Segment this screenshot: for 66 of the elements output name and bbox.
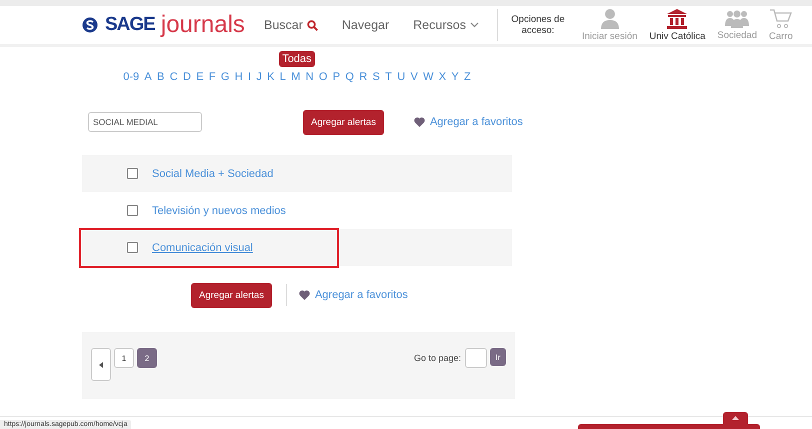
expand-tab-button[interactable] [723, 412, 748, 424]
alphabet-letter-link[interactable]: L [280, 71, 286, 83]
checkbox[interactable] [127, 242, 138, 253]
group-icon [725, 10, 750, 28]
caret-up-icon [732, 416, 739, 420]
journal-title-link[interactable]: Televisión y nuevos medios [152, 204, 286, 216]
alphabet-letter-link[interactable]: E [196, 71, 204, 83]
checkbox[interactable] [127, 168, 138, 179]
account-menu-item[interactable]: Sociedad [711, 10, 763, 40]
logo-product: journals [160, 11, 245, 39]
add-alerts-button[interactable]: Agregar alertas [303, 110, 384, 134]
nav-menu-item[interactable]: Buscar [252, 18, 330, 32]
account-menu-item[interactable]: Carro [763, 8, 799, 42]
tooltip: Todas [279, 51, 315, 67]
logo-brand: SAGE [105, 14, 155, 36]
alphabet-letter-link[interactable]: Z [464, 71, 471, 83]
alphabet-letter-link[interactable]: W [423, 71, 434, 83]
heart-icon [414, 117, 425, 127]
chevron-down-icon [470, 22, 479, 28]
alphabet-letter-link[interactable]: H [234, 71, 243, 83]
alphabet-letter-link[interactable]: F [208, 71, 216, 83]
alphabet-letter-link[interactable]: K [267, 71, 274, 83]
page-button[interactable]: 2 [137, 348, 157, 368]
nav-menu-item[interactable]: Recursos [401, 18, 491, 32]
alphabet-letter-link[interactable]: Y [451, 71, 459, 83]
alphabet-letter-link[interactable]: A [144, 71, 152, 83]
account-menu-item[interactable]: Iniciar sesión [576, 8, 644, 42]
page-button[interactable]: 1 [114, 348, 134, 368]
caret-left-icon [99, 362, 103, 368]
institution-icon [667, 8, 688, 28]
alphabet-letter-link[interactable]: V [410, 71, 418, 83]
alphabet-letter-link[interactable]: R [359, 71, 368, 83]
checkbox[interactable] [127, 205, 138, 216]
cart-icon [770, 8, 792, 28]
search-icon [306, 20, 318, 30]
account-menu-item[interactable]: Univ Católica [643, 8, 712, 42]
go-button[interactable]: Ir [490, 348, 506, 366]
alphabet-letter-link[interactable]: S [372, 71, 380, 83]
alphabet-letter-link[interactable]: J [256, 71, 262, 83]
journal-title-link[interactable]: Social Media + Sociedad [152, 168, 274, 180]
go-to-page-label: Go to page: [414, 353, 461, 363]
person-icon [600, 8, 619, 28]
alphabet-letter-link[interactable]: I [248, 71, 252, 83]
add-favorites-link[interactable]: Agregar a favoritos [414, 116, 523, 128]
alphabet-letter-link[interactable]: M [291, 71, 300, 83]
alphabet-letter-link[interactable]: N [306, 71, 314, 83]
journal-title-link[interactable]: Comunicación visual [152, 242, 253, 254]
alphabet-letter-link[interactable]: B [157, 71, 164, 83]
access-options-label: Opciones de acceso: [510, 14, 566, 36]
logo-icon [82, 17, 98, 33]
alphabet-letter-link[interactable]: Q [345, 71, 354, 83]
alphabet-letter-link[interactable]: X [438, 71, 446, 83]
alphabet-letter-link[interactable]: P [332, 71, 340, 83]
alphabet-letter-link[interactable]: U [397, 71, 406, 83]
page-number-input-field[interactable] [465, 348, 487, 368]
alphabet-letter-link[interactable]: O [318, 71, 328, 83]
alphabet-letter-link[interactable]: 0-9 [123, 71, 140, 83]
alphabet-letter-link[interactable]: C [170, 71, 178, 83]
filter-input-field[interactable]: SOCIAL MEDIAL [88, 112, 202, 132]
alphabet-letter-link[interactable]: D [182, 71, 191, 83]
nav-menu-item[interactable]: Navegar [330, 18, 402, 32]
alphabet-letter-link[interactable]: G [220, 71, 230, 83]
heart-icon [298, 290, 310, 300]
alphabet-letter-link[interactable]: T [385, 71, 392, 83]
add-favorites-link[interactable]: Agregar a favoritos [298, 289, 408, 301]
add-alerts-button[interactable]: Agregar alertas [191, 282, 272, 308]
